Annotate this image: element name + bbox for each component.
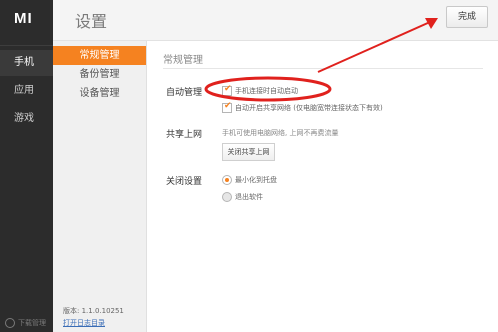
share-description: 手机可使用电脑网络, 上网不再费流量 [222, 129, 339, 137]
header-bar: 设置 完成 [53, 0, 498, 41]
subnav-item-device[interactable]: 设备管理 [53, 84, 146, 103]
left-rail: MI 手机 应用 游戏 下载管理 [0, 0, 53, 332]
download-manager-label: 下载管理 [18, 319, 46, 327]
auto-share-checkbox[interactable]: ✔ [222, 101, 232, 113]
download-manager-button[interactable]: 下载管理 [5, 318, 46, 328]
settings-subnav: 常规管理 备份管理 设备管理 版本: 1.1.0.10251 打开日志目录 [53, 41, 147, 332]
rail-item-apps[interactable]: 应用 [0, 78, 53, 104]
settings-content: 常规管理 自动管理 ✔ 手机连接时自动启动 ✔ 自动开启共享网络 (仅电脑宽带连… [147, 41, 498, 332]
version-text: 版本: 1.1.0.10251 [63, 307, 124, 315]
rail-item-phone[interactable]: 手机 [0, 50, 53, 76]
section-divider [163, 68, 483, 69]
close-share-button[interactable]: 关闭共享上网 [222, 143, 275, 161]
check-icon: ✔ [224, 84, 232, 94]
auto-manage-label: 自动管理 [166, 88, 203, 98]
download-icon [5, 318, 15, 328]
minimize-tray-radio[interactable] [222, 175, 232, 185]
auto-start-option: 手机连接时自动启动 [235, 87, 298, 95]
exit-app-radio[interactable] [222, 192, 232, 202]
minimize-tray-option: 最小化到托盘 [235, 176, 277, 184]
close-settings-label: 关闭设置 [166, 177, 203, 187]
auto-share-option: 自动开启共享网络 (仅电脑宽带连接状态下有效) [235, 104, 383, 112]
open-log-link[interactable]: 打开日志目录 [63, 318, 105, 328]
done-button[interactable]: 完成 [446, 6, 488, 28]
share-internet-label: 共享上网 [166, 130, 203, 140]
check-icon: ✔ [224, 101, 232, 111]
rail-item-games[interactable]: 游戏 [0, 106, 53, 132]
auto-start-checkbox[interactable]: ✔ [222, 84, 232, 96]
page-title: 设置 [75, 12, 108, 31]
subnav-item-general[interactable]: 常规管理 [53, 46, 146, 65]
subnav-item-backup[interactable]: 备份管理 [53, 65, 146, 84]
section-title: 常规管理 [163, 55, 203, 66]
exit-app-option: 退出软件 [235, 193, 263, 201]
rail-divider [0, 45, 53, 46]
mi-logo: MI [14, 10, 33, 27]
